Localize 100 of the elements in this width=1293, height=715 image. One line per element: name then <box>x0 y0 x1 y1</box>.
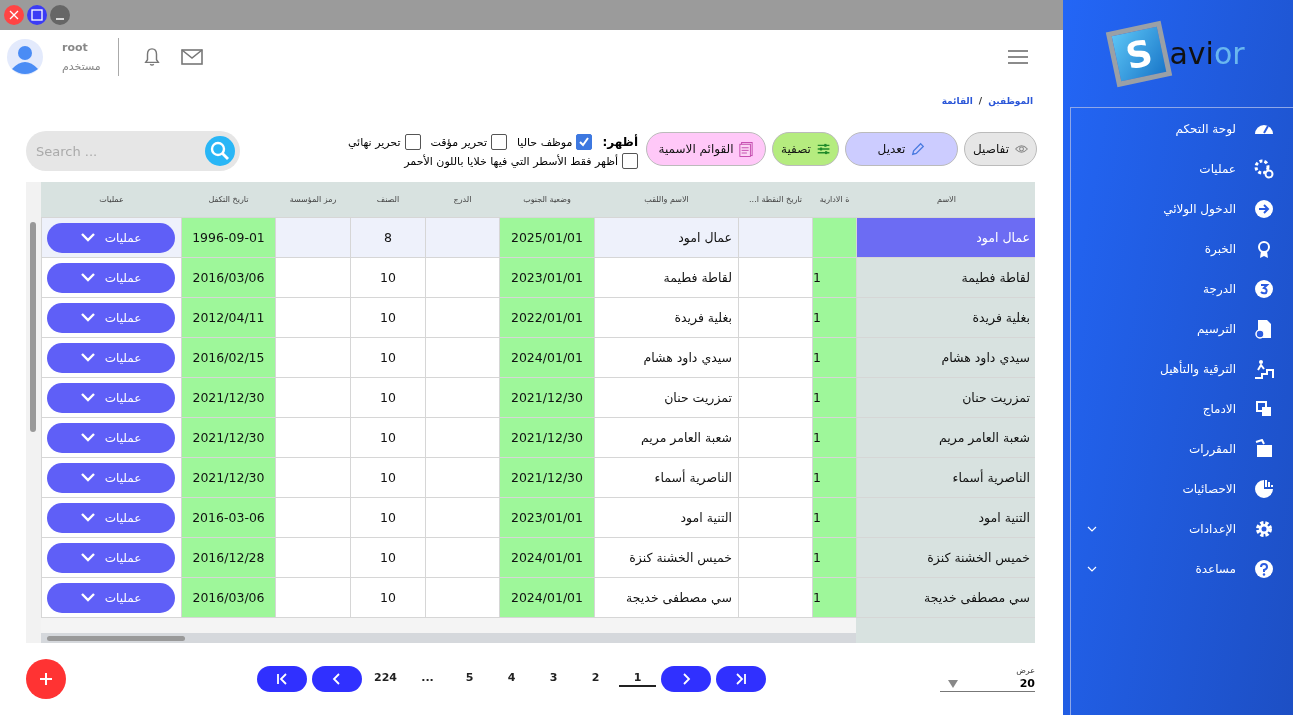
table-cell: 2021/12/30 <box>499 417 595 458</box>
table-cell: شعبة العامر مريم <box>856 417 1035 458</box>
table-cell: 1 <box>812 297 857 338</box>
first-page-button[interactable] <box>257 666 307 692</box>
table-cell: 2021/12/30 <box>181 417 276 458</box>
table-cell: 10 <box>350 377 426 418</box>
add-button[interactable] <box>26 659 66 699</box>
page-link[interactable]: 224 <box>367 671 404 687</box>
table-cell: 1 <box>812 417 857 458</box>
settings-icon <box>1254 519 1274 539</box>
user-role: مستخدم <box>62 60 102 73</box>
scrollbar-thumb[interactable] <box>30 222 36 432</box>
table-cell: 10 <box>350 297 426 338</box>
table-cell: 2012/04/11 <box>181 297 276 338</box>
table-cell: 10 <box>350 577 426 618</box>
eye-icon <box>1014 143 1028 155</box>
sidebar-item[interactable]: مساعدة <box>1071 549 1293 589</box>
operations-button[interactable]: عمليات <box>47 422 175 453</box>
search-icon[interactable] <box>205 136 235 166</box>
table-cell: 2025/01/01 <box>499 217 595 258</box>
highlight-filter-checkbox[interactable]: أظهر فقط الأسطر التي فيها خلايا باللون الأحمر <box>404 153 638 169</box>
scrollbar-thumb[interactable] <box>47 636 185 641</box>
operations-button[interactable]: عمليات <box>47 262 175 293</box>
details-button[interactable]: تفاصيل <box>964 132 1037 166</box>
breadcrumb-link[interactable]: القائمة <box>941 96 973 126</box>
operations-button[interactable]: عمليات <box>47 382 175 413</box>
sidebar-item[interactable]: الترسيم <box>1071 309 1293 349</box>
table-cell: التنية امود <box>856 497 1035 538</box>
page-link[interactable]: ... <box>409 671 446 687</box>
sidebar-item[interactable]: الدرجة <box>1071 269 1293 309</box>
filter-button[interactable]: تصفية <box>772 132 839 166</box>
search-field[interactable]: Search ... <box>26 131 240 171</box>
table-cell: 10 <box>350 457 426 498</box>
table-cell: 2016-03-06 <box>181 497 276 538</box>
table-cell: بغلية فريدة <box>594 297 739 338</box>
chevron-down-icon[interactable] <box>1087 566 1097 572</box>
operations-button[interactable]: عمليات <box>47 542 175 573</box>
page-size-select[interactable]: 20 <box>940 675 1035 692</box>
table-cell: 2023/01/01 <box>499 257 595 298</box>
filter-checkbox[interactable]: تحرير نهائي <box>347 134 421 150</box>
pie-chart-icon <box>1254 479 1274 499</box>
page-link[interactable]: 4 <box>493 671 530 687</box>
filter-checkbox[interactable]: موظف حاليا <box>517 134 593 150</box>
maximize-icon[interactable] <box>27 5 47 25</box>
table-cell: 2021/12/30 <box>181 377 276 418</box>
sidebar-item[interactable]: لوحة التحكم <box>1071 109 1293 149</box>
last-page-button[interactable] <box>716 666 766 692</box>
plus-icon <box>39 672 53 686</box>
edit-button[interactable]: تعديل <box>845 132 958 166</box>
breadcrumb-link[interactable]: الموظفين <box>988 96 1033 126</box>
next-page-button[interactable] <box>661 666 711 692</box>
help-icon <box>1254 559 1274 579</box>
minimize-icon[interactable] <box>50 5 70 25</box>
table-cell: سي مصطفى خديجة <box>856 577 1035 618</box>
sidebar-item[interactable]: الترقية والتأهيل <box>1071 349 1293 389</box>
sidebar-item[interactable]: الخبرة <box>1071 229 1293 269</box>
lists-button[interactable]: القوائم الاسمية <box>646 132 766 166</box>
page-size-label: عرض <box>1016 666 1035 675</box>
table-cell: تمزريت حنان <box>594 377 739 418</box>
page-link[interactable]: 2 <box>577 671 614 687</box>
table-cell: 10 <box>350 417 426 458</box>
page-link[interactable]: 5 <box>451 671 488 687</box>
gears-icon <box>1254 159 1274 179</box>
bell-icon[interactable] <box>143 47 161 67</box>
folder-icon <box>1254 439 1274 459</box>
page-link[interactable]: 1 <box>619 671 656 687</box>
breadcrumb-separator: / <box>978 96 983 108</box>
filter-checkbox[interactable]: تحرير مؤقت <box>430 134 507 150</box>
menu-icon[interactable] <box>1008 50 1028 64</box>
table-cell: 2021/12/30 <box>499 457 595 498</box>
table-cell: تمزريت حنان <box>856 377 1035 418</box>
first-page-icon <box>276 673 288 685</box>
operations-button[interactable]: عمليات <box>47 582 175 613</box>
table-cell: الناصرية أسماء <box>856 457 1035 498</box>
document-check-icon <box>1254 319 1274 339</box>
close-icon[interactable] <box>4 5 24 25</box>
previous-page-button[interactable] <box>312 666 362 692</box>
operations-button[interactable]: عمليات <box>47 502 175 533</box>
mail-icon[interactable] <box>181 49 203 65</box>
sidebar-item[interactable]: الادماج <box>1071 389 1293 429</box>
page-link[interactable]: 3 <box>535 671 572 687</box>
sidebar-item[interactable]: الاحصائيات <box>1071 469 1293 509</box>
chevron-down-icon <box>80 393 95 402</box>
sidebar-item[interactable]: الإعدادات <box>1071 509 1293 549</box>
table-cell: خميس الخشنة كنزة <box>856 537 1035 578</box>
operations-button[interactable]: عمليات <box>47 302 175 333</box>
operations-button[interactable]: عمليات <box>47 222 175 253</box>
chevron-down-icon <box>80 233 95 242</box>
sidebar-item[interactable]: عمليات <box>1071 149 1293 189</box>
operations-button[interactable]: عمليات <box>47 462 175 493</box>
operations-button[interactable]: عمليات <box>47 342 175 373</box>
chevron-down-icon <box>80 353 95 362</box>
chevron-down-icon[interactable] <box>1087 526 1097 532</box>
sidebar-item[interactable]: المقررات <box>1071 429 1293 469</box>
last-page-icon <box>735 673 747 685</box>
sidebar-item[interactable]: الدخول الولائي <box>1071 189 1293 229</box>
chevron-down-icon <box>80 593 95 602</box>
chevron-down-icon <box>80 473 95 482</box>
chevron-down-icon <box>80 273 95 282</box>
number-icon <box>1254 279 1274 299</box>
